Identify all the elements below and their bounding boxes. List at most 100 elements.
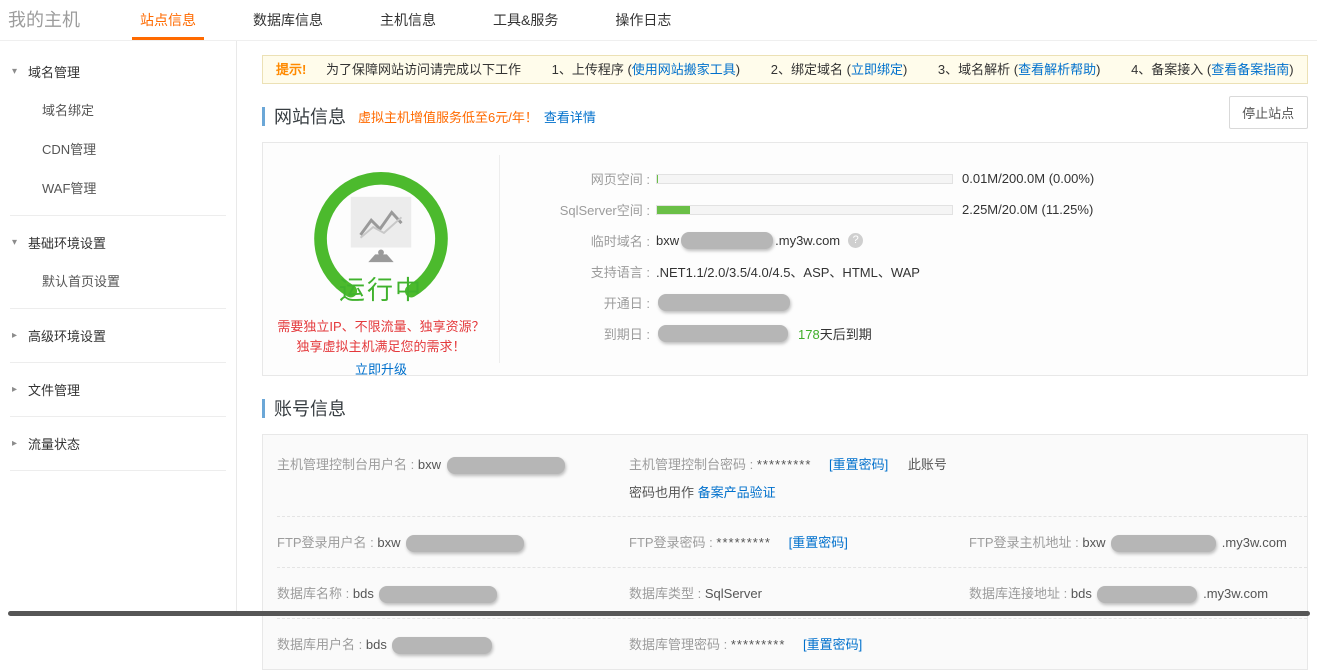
sidebar-item-default-homepage[interactable]: 默认首页设置 [0,261,236,300]
ftp-user-cell: FTP登录用户名 : bxw [277,532,629,552]
page-title: 我的主机 [0,0,132,40]
ftp-host-prefix: bxw [1082,535,1105,550]
temp-domain-row: 临时域名 : bxw .my3w.com ? [500,232,1307,249]
console-user-cell: 主机管理控制台用户名 : bxw [277,454,629,474]
divider [10,362,226,363]
divider [10,470,226,471]
reset-ftp-password-link[interactable]: [重置密码] [789,535,848,550]
caret-right-icon [12,330,28,341]
tip-banner: 提示! 为了保障网站访问请完成以下工作 1、上传程序 (使用网站搬家工具) 2、… [262,55,1308,84]
sql-space-value: 2.25M/20.0M (11.25%) [962,202,1093,217]
database-account-row: 数据库用户名 : bds 数据库管理密码 : ********* [重置密码] [277,618,1307,669]
console-password-label: 主机管理控制台密码 : [629,457,753,472]
days-remaining: 178天后到期 [798,324,872,343]
web-space-progressbar [656,174,953,184]
sidebar-item-waf-management[interactable]: WAF管理 [0,168,236,207]
days-count: 178 [798,327,820,342]
caret-down-icon [12,66,28,77]
account-info-title: 账号信息 [274,395,346,421]
sidebar-group-basic-env-settings[interactable]: 基础环境设置 [0,224,236,261]
ftp-host-cell: FTP登录主机地址 : bxw .my3w.com [969,532,1307,552]
step-text: ) [736,62,740,77]
console-password-cell: 主机管理控制台密码 : ********* [重置密码] 此账号 密码也用作 备… [629,454,1307,501]
sql-space-label: SqlServer空间 : [500,200,650,219]
console-password-masked: ********* [757,457,812,472]
languages-value: .NET1.1/2.0/3.5/4.0/4.5、ASP、HTML、WAP [656,262,920,281]
db-user-prefix: bds [366,637,387,652]
nav-tabs: 站点信息 数据库信息 主机信息 工具&服务 操作日志 [132,0,720,40]
tab-tools-services[interactable]: 工具&服务 [485,0,566,40]
ftp-host-label: FTP登录主机地址 : [969,535,1079,550]
db-name-cell: 数据库名称 : bds [277,583,629,603]
tab-operation-log[interactable]: 操作日志 [607,0,679,40]
sidebar-item-cdn-management[interactable]: CDN管理 [0,129,236,168]
upgrade-now-link[interactable]: 立即升级 [355,359,407,378]
icp-product-verification-link[interactable]: 备案产品验证 [698,485,776,500]
db-type-label: 数据库类型 : [629,586,701,601]
step-text: ) [903,62,907,77]
console-user-label: 主机管理控制台用户名 : [277,457,414,472]
domain-prefix: bxw [656,233,679,248]
step-text: 2、绑定域名 ( [771,62,851,77]
icp-guide-link[interactable]: 查看备案指南 [1211,62,1289,77]
db-host-label: 数据库连接地址 : [969,586,1067,601]
promo-text: 虚拟主机增值服务低至6元/年！ [358,107,538,126]
sidebar-group-domain-management[interactable]: 域名管理 [0,53,236,90]
divider [10,308,226,309]
caret-down-icon [12,237,28,248]
caret-right-icon [12,384,28,395]
web-space-label: 网页空间 : [500,169,650,188]
sidebar-group-label: 高级环境设置 [28,326,106,345]
console-password-note-line2: 密码也用作 备案产品验证 [629,482,1307,501]
top-nav: 我的主机 站点信息 数据库信息 主机信息 工具&服务 操作日志 [0,0,1317,41]
ftp-password-label: FTP登录密码 : [629,535,713,550]
sidebar-item-domain-binding[interactable]: 域名绑定 [0,90,236,129]
web-space-row: 网页空间 : 0.01M/200.0M (0.00%) [500,170,1307,187]
divider [10,416,226,417]
db-name-prefix: bds [353,586,374,601]
domain-suffix: .my3w.com [775,233,840,248]
section-marker [262,399,265,418]
help-icon[interactable]: ? [848,233,863,248]
open-date-label: 开通日 : [500,293,650,312]
reset-db-password-link[interactable]: [重置密码] [803,637,862,652]
divider [10,215,226,216]
sidebar-group-label: 域名管理 [28,62,80,81]
step-text: 1、上传程序 ( [552,62,632,77]
reset-console-password-link[interactable]: [重置密码] [829,457,888,472]
sidebar-group-advanced-env-settings[interactable]: 高级环境设置 [0,317,236,354]
tab-site-info[interactable]: 站点信息 [132,0,204,40]
expire-date-label: 到期日 : [500,324,650,343]
db-host-prefix: bds [1071,586,1092,601]
redacted-value [447,457,565,474]
expire-date-value: 178天后到期 [656,324,872,343]
site-migration-tool-link[interactable]: 使用网站搬家工具 [632,62,736,77]
sidebar: 域名管理 域名绑定 CDN管理 WAF管理 基础环境设置 默认首页设置 高级环境… [0,41,237,616]
sidebar-group-traffic-status[interactable]: 流量状态 [0,425,236,462]
sidebar-group-file-management[interactable]: 文件管理 [0,371,236,408]
step-text: 4、备案接入 ( [1131,62,1211,77]
stop-site-button[interactable]: 停止站点 [1229,96,1308,129]
tip-step-dns-resolve: 3、域名解析 (查看解析帮助) [938,62,1104,77]
bind-now-link[interactable]: 立即绑定 [851,62,903,77]
view-details-link[interactable]: 查看详情 [544,107,596,126]
tab-host-info[interactable]: 主机信息 [372,0,444,40]
monitor-chart-icon [351,197,411,262]
db-password-masked: ********* [731,637,786,652]
ftp-account-row: FTP登录用户名 : bxw FTP登录密码 : ********* [重置密码… [277,516,1307,567]
tip-step-upload: 1、上传程序 (使用网站搬家工具) [552,62,744,77]
tip-step-icp-filing: 4、备案接入 (查看备案指南) [1131,62,1294,77]
days-suffix: 天后到期 [820,327,872,342]
account-info-header: 账号信息 [262,395,1308,421]
dns-help-link[interactable]: 查看解析帮助 [1018,62,1096,77]
section-marker [262,107,265,126]
tab-database-info[interactable]: 数据库信息 [245,0,331,40]
db-user-cell: 数据库用户名 : bds [277,634,629,654]
horizontal-scrollbar[interactable] [8,611,1310,616]
redacted-value [1111,535,1216,552]
console-password-note: 此账号 [908,457,947,472]
expire-date-row: 到期日 : 178天后到期 [500,325,1307,342]
temp-domain-label: 临时域名 : [500,231,650,250]
caret-right-icon [12,438,28,449]
redacted-value [379,586,497,603]
